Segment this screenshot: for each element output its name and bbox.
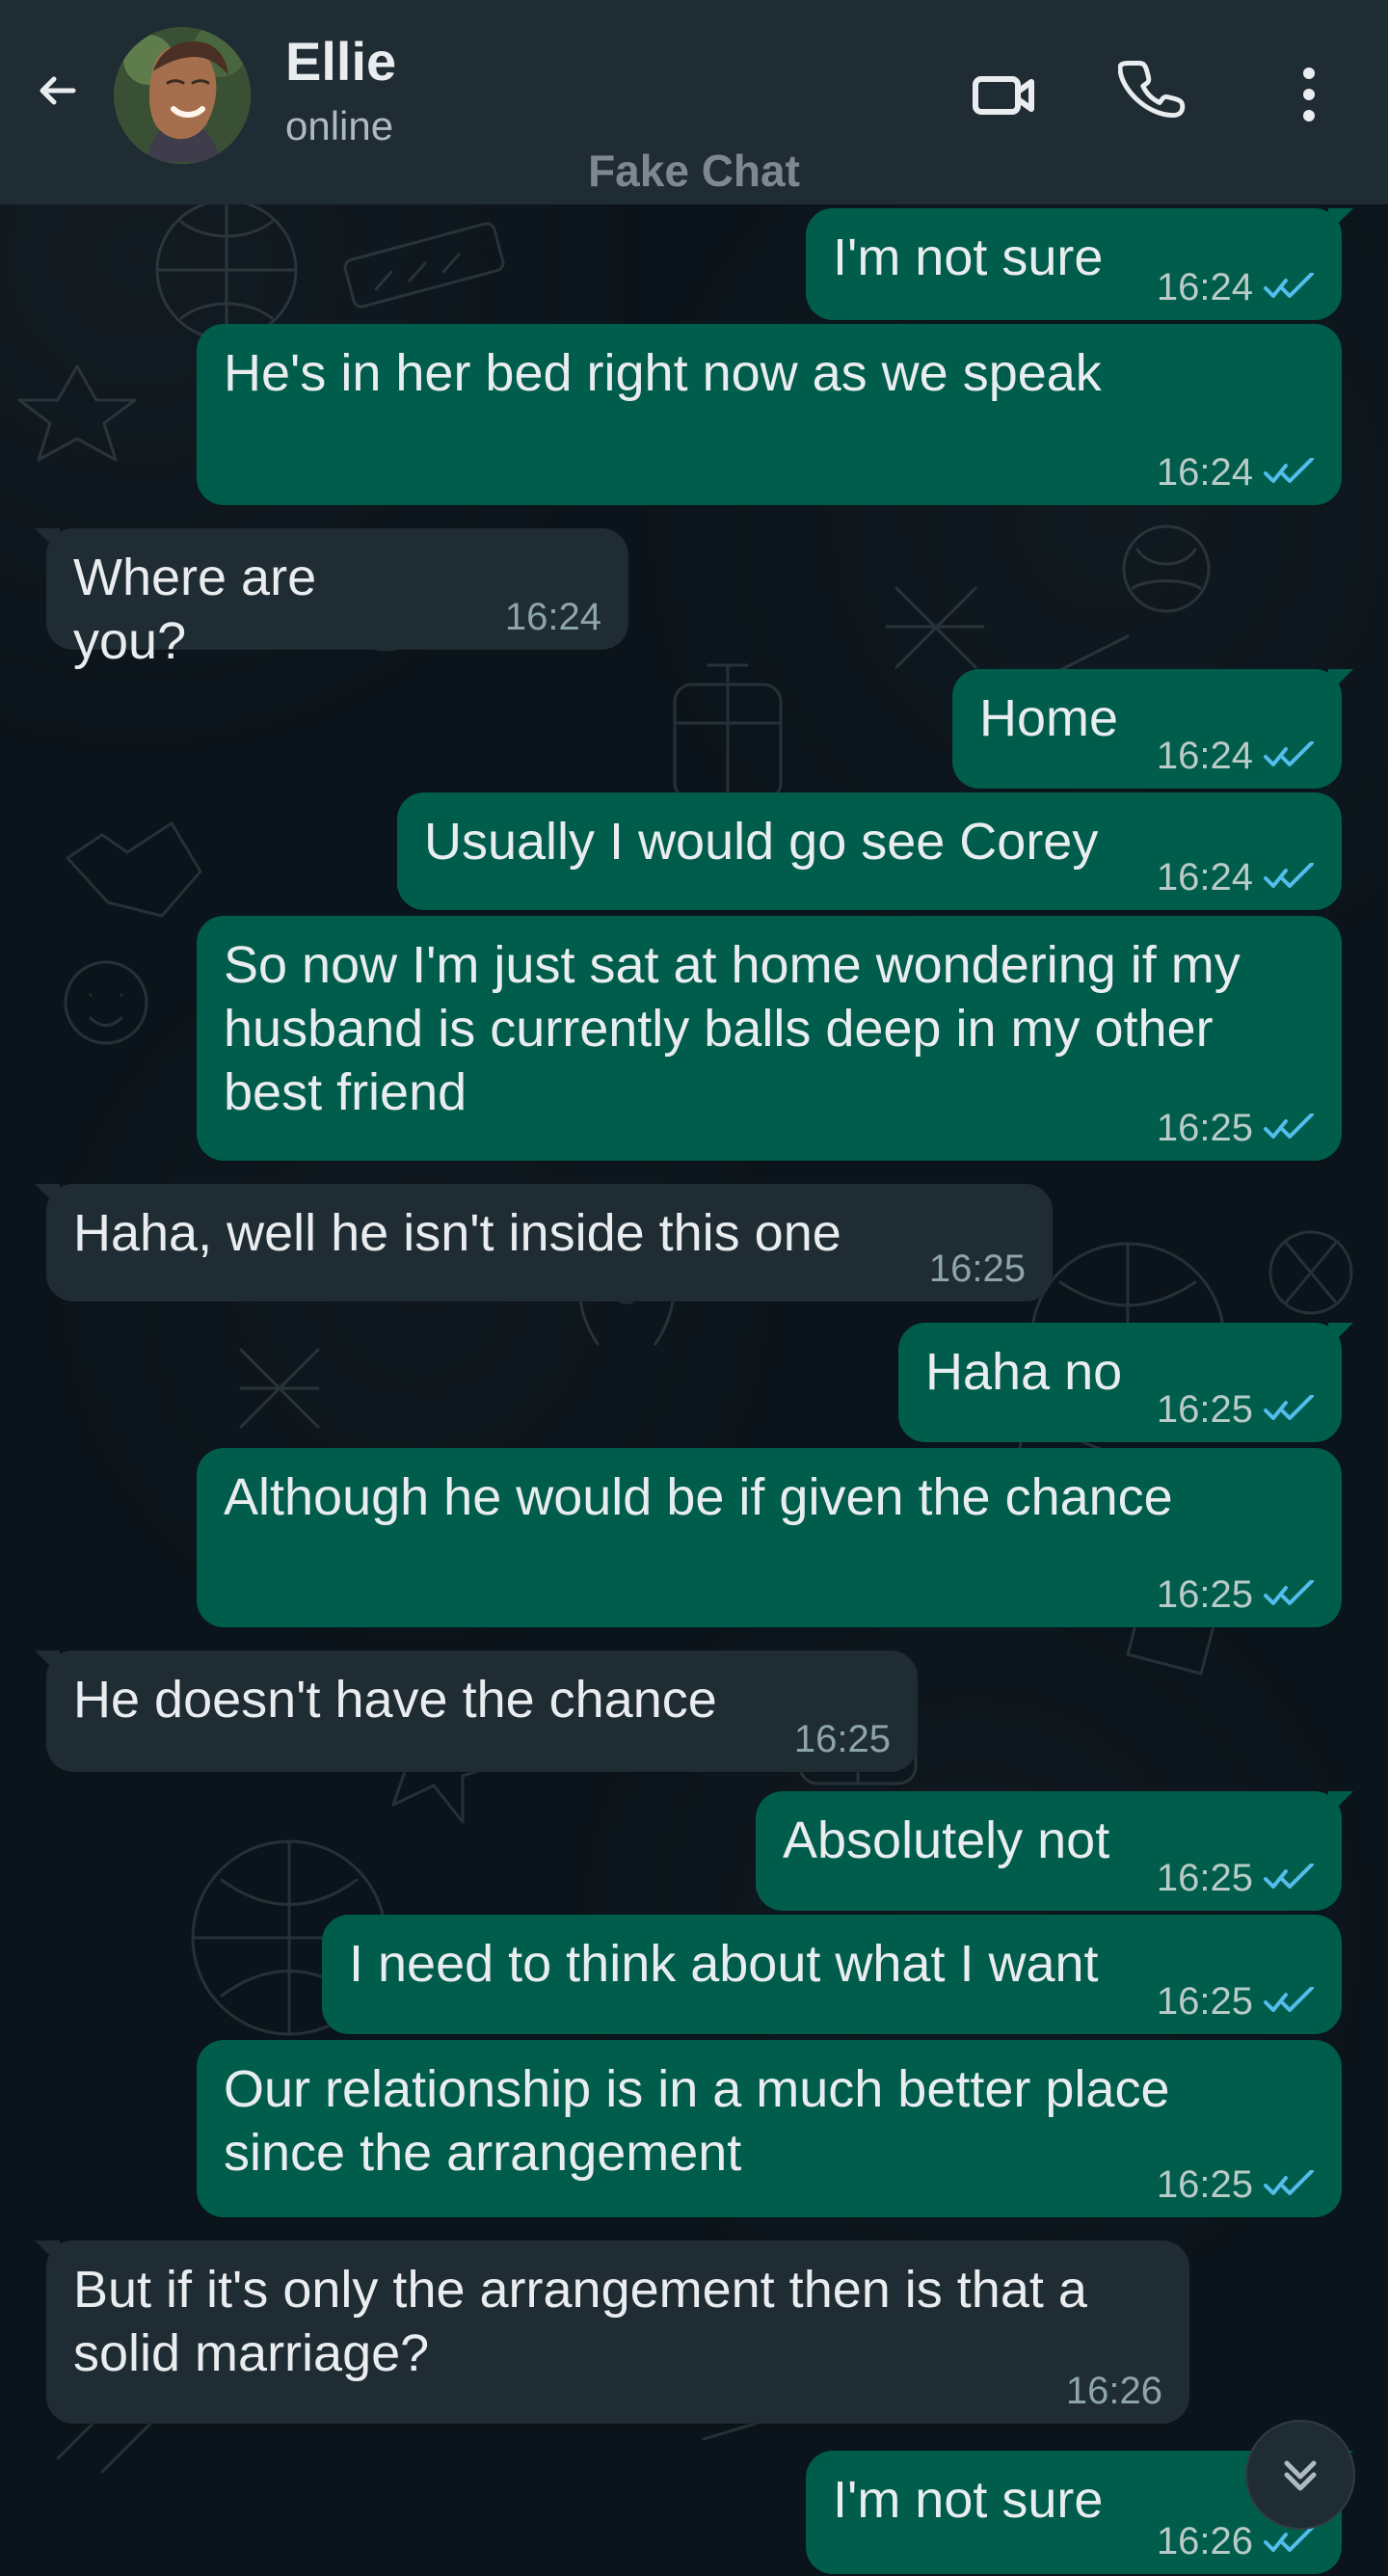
message-text: Usually I would go see Corey <box>424 813 1099 871</box>
double-check-icon <box>1263 863 1315 892</box>
more-icon <box>1303 67 1315 121</box>
message-meta: 16:26 <box>1066 2372 1162 2410</box>
message-time: 16:26 <box>1065 2370 1162 2412</box>
contact-name[interactable]: Ellie <box>285 35 396 89</box>
message-text: He's in her bed right now as we speak <box>224 344 1102 402</box>
contact-photo <box>114 27 251 164</box>
message-bubble-outgoing[interactable]: Absolutely not 16:25 <box>756 1791 1342 1911</box>
double-check-icon <box>1263 2170 1315 2199</box>
message-time: 16:24 <box>1156 451 1253 494</box>
voice-call-button[interactable] <box>1118 56 1195 133</box>
message-time: 16:24 <box>504 596 601 638</box>
scroll-down-icon <box>1284 2460 1317 2491</box>
scroll-to-bottom-button[interactable] <box>1245 2420 1355 2530</box>
double-check-icon <box>1263 273 1315 302</box>
message-bubble-outgoing[interactable]: He's in her bed right now as we speak 16… <box>197 324 1342 505</box>
message-time: 16:25 <box>793 1718 891 1760</box>
message-text: Where are you? <box>73 549 332 670</box>
message-time: 16:25 <box>1156 1857 1253 1899</box>
message-time: 16:25 <box>1156 2163 1253 2206</box>
message-meta: 16:24 <box>1157 453 1315 492</box>
message-time: 16:25 <box>1156 1573 1253 1616</box>
message-bubble-outgoing[interactable]: I need to think about what I want 16:25 <box>322 1915 1342 2034</box>
message-text: I need to think about what I want <box>349 1935 1099 1993</box>
header-actions <box>966 56 1348 133</box>
message-time: 16:25 <box>1156 1980 1253 2023</box>
message-bubble-incoming[interactable]: Haha, well he isn't inside this one 16:2… <box>46 1184 1053 1301</box>
more-options-button[interactable] <box>1270 56 1348 133</box>
message-bubble-outgoing[interactable]: Although he would be if given the chance… <box>197 1448 1342 1627</box>
message-text: Haha no <box>925 1343 1123 1401</box>
message-text: I'm not sure <box>833 228 1104 286</box>
message-time: 16:26 <box>1156 2520 1253 2563</box>
message-time: 16:24 <box>1156 266 1253 309</box>
message-bubble-incoming[interactable]: He doesn't have the chance 16:25 <box>46 1650 918 1772</box>
message-bubble-outgoing[interactable]: I'm not sure 16:24 <box>806 208 1342 320</box>
double-check-icon <box>1263 1580 1315 1609</box>
message-text: Haha, well he isn't inside this one <box>73 1204 841 1262</box>
message-meta: 16:25 <box>1157 2165 1315 2204</box>
message-meta: 16:25 <box>1157 1859 1315 1897</box>
message-meta: 16:25 <box>1157 1109 1315 1147</box>
video-call-icon <box>973 76 1034 115</box>
watermark-label: Fake Chat <box>588 146 800 196</box>
message-text: Home <box>979 689 1119 747</box>
message-bubble-outgoing[interactable]: Our relationship is in a much better pla… <box>197 2040 1342 2217</box>
message-time: 16:25 <box>928 1248 1026 1290</box>
message-text: I'm not sure <box>833 2471 1104 2529</box>
message-text: But if it's only the arrangement then is… <box>73 2261 1087 2382</box>
double-check-icon <box>1263 1395 1315 1424</box>
arrow-back-icon <box>40 76 76 105</box>
message-time: 16:24 <box>1156 735 1253 777</box>
message-meta: 16:24 <box>505 598 601 636</box>
message-bubble-incoming[interactable]: But if it's only the arrangement then is… <box>46 2241 1189 2424</box>
message-bubble-outgoing[interactable]: Home 16:24 <box>952 669 1342 789</box>
chat-screen: Ellie online Fake Chat I'm not sure 16:2… <box>0 0 1388 2576</box>
contact-avatar[interactable] <box>114 27 251 164</box>
double-check-icon <box>1263 458 1315 487</box>
message-time: 16:25 <box>1156 1388 1253 1431</box>
message-meta: 16:25 <box>1157 1575 1315 1614</box>
message-text: He doesn't have the chance <box>73 1671 717 1729</box>
double-check-icon <box>1263 1987 1315 2016</box>
message-text: Absolutely not <box>783 1811 1110 1869</box>
message-bubble-outgoing[interactable]: So now I'm just sat at home wondering if… <box>197 916 1342 1161</box>
back-button[interactable] <box>23 56 93 125</box>
message-bubble-outgoing[interactable]: Usually I would go see Corey 16:24 <box>397 792 1342 910</box>
message-meta: 16:24 <box>1157 268 1315 307</box>
message-bubble-incoming[interactable]: Where are you? 16:24 <box>46 528 628 670</box>
double-check-icon <box>1263 741 1315 770</box>
message-text: Our relationship is in a much better pla… <box>224 2060 1170 2182</box>
message-meta: 16:25 <box>794 1720 891 1758</box>
contact-status: online <box>285 103 394 148</box>
message-meta: 16:24 <box>1157 737 1315 775</box>
video-call-button[interactable] <box>966 56 1043 133</box>
message-bubble-outgoing[interactable]: Haha no 16:25 <box>898 1323 1342 1442</box>
message-meta: 16:25 <box>929 1249 1026 1288</box>
double-check-icon <box>1263 1864 1315 1892</box>
phone-icon <box>1118 61 1186 119</box>
message-time: 16:24 <box>1156 856 1253 899</box>
double-check-icon <box>1263 2527 1315 2556</box>
double-check-icon <box>1263 1114 1315 1142</box>
message-text: So now I'm just sat at home wondering if… <box>224 936 1241 1121</box>
message-time: 16:25 <box>1156 1107 1253 1149</box>
message-meta: 16:25 <box>1157 1982 1315 2021</box>
message-list: I'm not sure 16:24 He's in her bed right… <box>0 204 1388 2576</box>
message-meta: 16:25 <box>1157 1390 1315 1429</box>
message-text: Although he would be if given the chance <box>224 1468 1173 1526</box>
message-meta: 16:24 <box>1157 858 1315 897</box>
